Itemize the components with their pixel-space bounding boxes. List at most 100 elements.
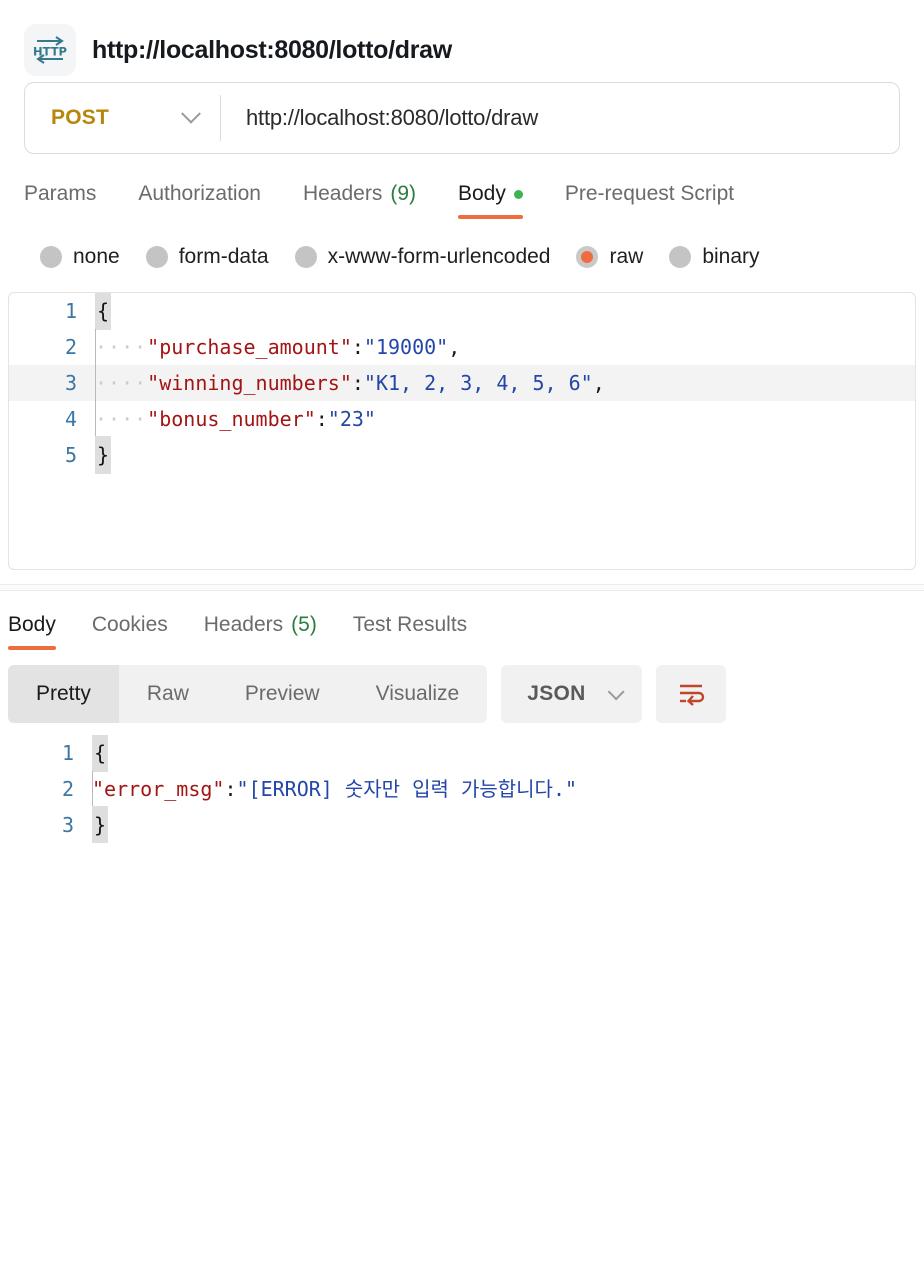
- method-label: POST: [51, 106, 109, 129]
- body-type-none-label: none: [73, 245, 120, 268]
- view-preview-button[interactable]: Preview: [217, 665, 348, 723]
- json-comma: ,: [592, 371, 605, 395]
- body-type-binary-label: binary: [702, 245, 760, 268]
- radio-icon-urlencoded: [294, 246, 317, 268]
- response-code: 1 { 2 "error_msg" : "[ERROR] 숫자만 입력 가능합니…: [0, 735, 924, 843]
- indent-guide: [92, 771, 93, 807]
- body-type-form-data[interactable]: form-data: [145, 245, 269, 269]
- json-colon: :: [351, 335, 364, 359]
- line-number: 3: [64, 371, 77, 395]
- url-bar: POST http://localhost:8080/lotto/draw: [24, 82, 900, 154]
- json-value: "19000": [363, 335, 449, 359]
- radio-icon-raw: [576, 246, 599, 268]
- json-value: "[ERROR] 숫자만 입력 가능합니다.": [236, 777, 578, 801]
- response-format-select[interactable]: JSON: [501, 665, 642, 723]
- request-header: HTTP http://localhost:8080/lotto/draw: [0, 0, 924, 82]
- word-wrap-button[interactable]: [655, 665, 726, 723]
- body-modified-dot-icon: [513, 189, 523, 199]
- indent-guide: [95, 401, 96, 437]
- code-line: 3 }: [0, 806, 924, 843]
- chevron-down-icon: [607, 683, 625, 701]
- code-line: 1 {: [0, 735, 924, 772]
- line-content: ···· "bonus_number" : "23": [95, 401, 915, 437]
- tab-params-label: Params: [24, 182, 97, 205]
- line-content: {: [92, 735, 924, 772]
- response-tab-cookies-label: Cookies: [91, 613, 168, 636]
- line-number: 1: [64, 299, 77, 323]
- indent-guide: [95, 365, 96, 401]
- http-icon: HTTP: [24, 24, 76, 76]
- line-content: ···· "winning_numbers" : "K1, 2, 3, 4, 5…: [95, 365, 915, 401]
- tab-headers[interactable]: Headers (9): [303, 182, 416, 219]
- tab-pre-request-script-label: Pre-request Script: [564, 182, 735, 205]
- line-number: 5: [64, 443, 77, 467]
- response-tab-headers-count: (5): [291, 613, 317, 636]
- json-value: "23": [327, 407, 376, 431]
- body-type-none[interactable]: none: [40, 245, 120, 269]
- tab-authorization[interactable]: Authorization: [138, 182, 261, 219]
- line-content: }: [95, 436, 915, 474]
- url-bar-container: POST http://localhost:8080/lotto/draw: [0, 82, 924, 154]
- view-visualize-button[interactable]: Visualize: [348, 665, 488, 723]
- json-comma: ,: [448, 335, 461, 359]
- json-colon: :: [315, 407, 328, 431]
- tab-pre-request-script[interactable]: Pre-request Script: [565, 182, 734, 219]
- word-wrap-icon: [679, 684, 704, 706]
- view-raw-button[interactable]: Raw: [119, 665, 217, 723]
- page-title: http://localhost:8080/lotto/draw: [92, 35, 452, 64]
- body-type-raw[interactable]: raw: [576, 245, 643, 269]
- tab-headers-label: Headers: [302, 182, 383, 205]
- code-line-active: 3 ···· "winning_numbers" : "K1, 2, 3, 4,…: [9, 365, 915, 401]
- open-brace: {: [92, 735, 109, 772]
- request-code: 1 { 2 ···· "purchase_amount" : "19000" ,…: [9, 293, 915, 474]
- line-number: 2: [64, 335, 77, 359]
- response-tab-body-label: Body: [8, 613, 56, 636]
- view-pretty-button[interactable]: Pretty: [8, 665, 119, 723]
- request-body-editor[interactable]: 1 { 2 ···· "purchase_amount" : "19000" ,…: [8, 292, 916, 570]
- code-line: 2 ···· "purchase_amount" : "19000" ,: [9, 329, 915, 365]
- code-line: 5 }: [9, 436, 915, 474]
- json-key: "winning_numbers": [147, 371, 352, 395]
- body-type-form-data-label: form-data: [178, 245, 269, 268]
- response-toolbar: Pretty Raw Preview Visualize JSON: [0, 655, 924, 723]
- line-number: 3: [61, 813, 74, 837]
- indent-guide: [95, 329, 96, 365]
- body-type-raw-label: raw: [609, 245, 644, 268]
- close-brace: }: [95, 436, 112, 474]
- response-tab-test-results[interactable]: Test Results: [353, 613, 467, 650]
- tab-params[interactable]: Params: [24, 182, 96, 219]
- code-line: 1 {: [9, 293, 915, 330]
- tab-authorization-label: Authorization: [138, 182, 261, 205]
- radio-icon-binary: [669, 246, 692, 268]
- open-brace: {: [95, 293, 112, 330]
- tab-body[interactable]: Body: [458, 182, 523, 219]
- svg-text:HTTP: HTTP: [33, 45, 67, 59]
- response-tab-test-results-label: Test Results: [352, 613, 468, 636]
- line-number: 2: [61, 777, 74, 801]
- indent-dots: ····: [95, 371, 148, 395]
- response-tabs: Body Cookies Headers (5) Test Results: [0, 591, 924, 655]
- close-brace: }: [92, 806, 109, 843]
- pane-divider[interactable]: [0, 584, 924, 591]
- http-icon-glyph: HTTP: [33, 36, 67, 64]
- response-tab-body[interactable]: Body: [8, 613, 56, 650]
- method-selector[interactable]: POST: [25, 103, 220, 130]
- response-tab-cookies[interactable]: Cookies: [92, 613, 168, 650]
- json-key: "bonus_number": [147, 407, 316, 431]
- json-key: "purchase_amount": [147, 335, 352, 359]
- line-number: 1: [61, 741, 74, 765]
- line-content: }: [92, 806, 924, 843]
- indent-dots: ····: [95, 335, 148, 359]
- tab-body-label: Body: [458, 182, 506, 205]
- view-preview-label: Preview: [244, 682, 320, 705]
- url-input[interactable]: http://localhost:8080/lotto/draw: [221, 105, 538, 131]
- body-type-binary[interactable]: binary: [669, 245, 760, 269]
- json-colon: :: [351, 371, 364, 395]
- body-type-urlencoded[interactable]: x-www-form-urlencoded: [294, 245, 551, 269]
- line-number: 4: [64, 407, 77, 431]
- view-raw-label: Raw: [146, 682, 189, 705]
- request-tabs: Params Authorization Headers (9) Body Pr…: [0, 154, 924, 222]
- response-body-viewer[interactable]: 1 { 2 "error_msg" : "[ERROR] 숫자만 입력 가능합니…: [0, 735, 924, 843]
- body-type-urlencoded-label: x-www-form-urlencoded: [327, 245, 551, 268]
- response-tab-headers[interactable]: Headers (5): [204, 613, 317, 650]
